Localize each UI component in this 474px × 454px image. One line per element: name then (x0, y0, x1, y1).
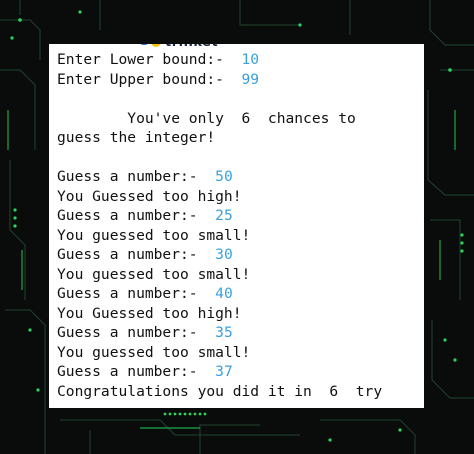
guess-prompt: Guess a number:- (57, 324, 198, 341)
trinket-logo: trinket (141, 44, 218, 50)
chances-line-2: guess the integer! (57, 129, 216, 146)
logo-yellow-mark (151, 44, 161, 47)
guess-response: You guessed too small! (57, 343, 251, 361)
guess-line: Guess a number:- 25 (57, 206, 233, 226)
chances-line: You've only 6 chances to (57, 109, 356, 129)
guess-value: 37 (215, 363, 233, 380)
guess-value: 35 (215, 324, 233, 341)
lower-bound-value: 10 (241, 51, 260, 68)
console-output: trinket Enter Lower bound:- 10 Enter Upp… (49, 44, 424, 408)
upper-bound-line: Enter Upper bound:- 99 (57, 70, 259, 90)
guess-prompt: Guess a number:- (57, 363, 198, 380)
guess-prompt: Guess a number:- (57, 168, 198, 185)
chances-prefix: You've only (127, 109, 224, 127)
guess-value: 40 (215, 285, 233, 302)
guess-line: Guess a number:- 30 (57, 245, 233, 265)
guess-value: 30 (215, 246, 233, 263)
congrats-prefix: Congratulations you did it in (57, 382, 312, 400)
chances-suffix: chances to (267, 109, 356, 127)
lower-bound-prompt: Enter Lower bound:- (57, 51, 224, 68)
chances-value: 6 (241, 109, 251, 127)
guess-line: Guess a number:- 50 (57, 167, 233, 187)
guess-response: You Guessed too high! (57, 187, 242, 205)
guess-value: 50 (215, 168, 233, 185)
guess-line: Guess a number:- 37 (57, 362, 233, 382)
guess-response: You Guessed too high! (57, 304, 242, 322)
guess-response: You guessed too small! (57, 226, 251, 244)
guess-prompt: Guess a number:- (57, 285, 198, 302)
guess-line: Guess a number:- 35 (57, 323, 233, 343)
lower-bound-line: Enter Lower bound:- 10 (57, 50, 259, 70)
logo-blue-mark (141, 44, 147, 45)
congrats-value: 6 (329, 382, 339, 400)
logo-text: trinket (165, 44, 218, 50)
upper-bound-prompt: Enter Upper bound:- (57, 70, 224, 88)
upper-bound-value: 99 (241, 70, 260, 88)
guess-value: 25 (215, 207, 233, 224)
guess-response: You guessed too small! (57, 265, 251, 283)
guess-prompt: Guess a number:- (57, 207, 198, 224)
guess-line: Guess a number:- 40 (57, 284, 233, 304)
congrats-line: Congratulations you did it in 6 try (57, 382, 382, 402)
guess-prompt: Guess a number:- (57, 246, 198, 263)
congrats-suffix: try (355, 382, 383, 400)
